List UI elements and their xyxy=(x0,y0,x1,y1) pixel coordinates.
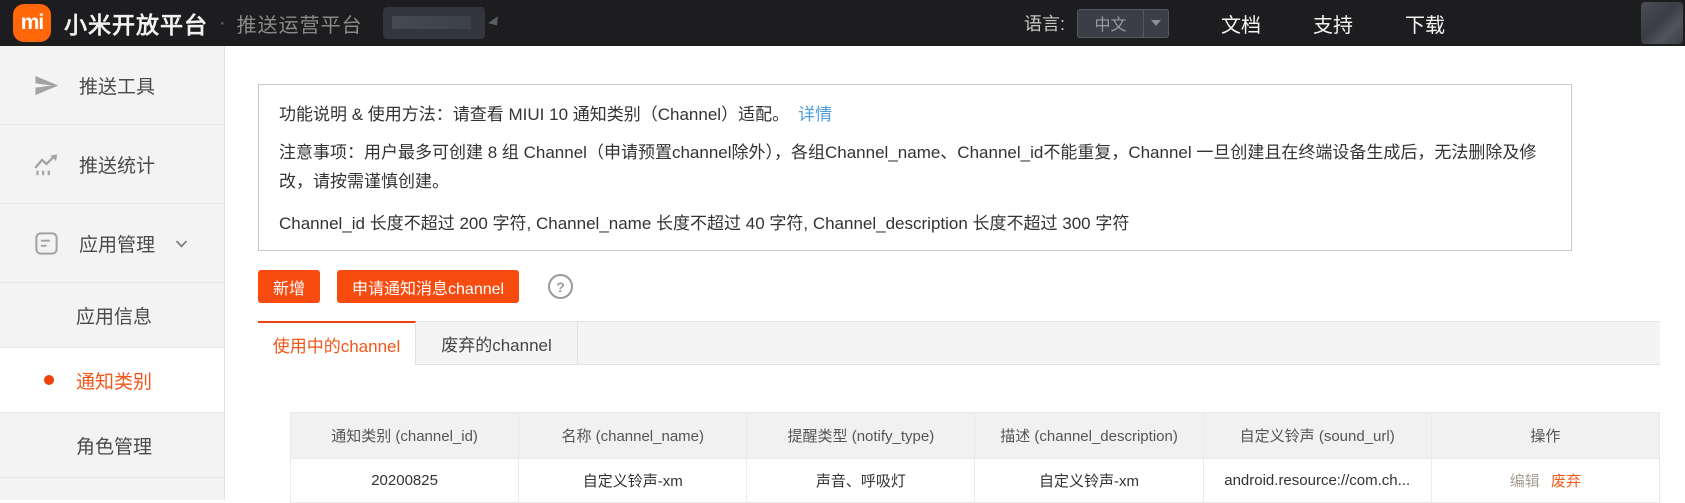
chevron-down-icon xyxy=(173,235,190,252)
platform-subtitle: 推送运营平台 xyxy=(236,14,363,37)
add-channel-button[interactable]: 新增 xyxy=(258,270,321,303)
sidebar-item-label: 推送工具 xyxy=(79,76,156,98)
col-operations: 操作 xyxy=(1430,412,1661,459)
cell-operations: 编辑 废弃 xyxy=(1430,458,1661,503)
notice-line-warning: 注意事项：用户最多可创建 8 组 Channel（申请预置channel除外），… xyxy=(279,143,1537,191)
cell-channel-description: 自定义铃声-xm xyxy=(974,458,1204,503)
user-avatar-blurred[interactable] xyxy=(1641,2,1683,44)
sidebar-item-push-tools[interactable]: 推送工具 xyxy=(0,46,224,125)
notice-line1-text: 功能说明 & 使用方法：请查看 MIUI 10 通知类别（Channel）适配。 xyxy=(279,105,790,124)
toolbar: 新增 申请通知消息channel ? xyxy=(258,270,1685,303)
channel-table: 通知类别 (channel_id) 名称 (channel_name) 提醒类型… xyxy=(289,412,1661,503)
nav-link-download[interactable]: 下载 xyxy=(1405,9,1445,38)
cell-channel-id: 20200825 xyxy=(289,458,520,503)
col-notify-type: 提醒类型 (notify_type) xyxy=(746,412,976,459)
sidebar-item-push-stats[interactable]: 推送统计 xyxy=(0,125,224,204)
top-bar: mi 小米开放平台 · 推送运营平台 语言: 中文 文档 支持 下载 xyxy=(0,0,1685,46)
paper-plane-icon xyxy=(33,72,60,99)
page-body: 推送工具 推送统计 应用管理 应用信息 通知类别 角色管理 功能说明 & 使用方… xyxy=(0,46,1685,503)
nav-link-support[interactable]: 支持 xyxy=(1313,9,1353,38)
cell-channel-name: 自定义铃声-xm xyxy=(518,458,748,503)
notice-line-usage: 功能说明 & 使用方法：请查看 MIUI 10 通知类别（Channel）适配。… xyxy=(279,100,1551,125)
tab-discarded-channels[interactable]: 废弃的channel xyxy=(416,321,578,365)
mi-logo-icon[interactable]: mi xyxy=(13,4,51,42)
brand-title: 小米开放平台 xyxy=(64,12,208,38)
active-dot-icon xyxy=(44,375,54,385)
language-label: 语言: xyxy=(1023,14,1065,34)
apps-icon xyxy=(33,230,60,257)
channel-tabs: 使用中的channel 废弃的channel xyxy=(258,321,1660,365)
language-select[interactable]: 中文 xyxy=(1077,8,1169,38)
sidebar-item-label: 应用管理 xyxy=(79,234,156,256)
table-row: 20200825 自定义铃声-xm 声音、呼吸灯 自定义铃声-xm androi… xyxy=(289,458,1661,503)
question-mark-icon[interactable]: ? xyxy=(548,274,574,299)
table-header-row: 通知类别 (channel_id) 名称 (channel_name) 提醒类型… xyxy=(289,412,1661,459)
language-caret-zone xyxy=(1143,9,1168,37)
edit-link[interactable]: 编辑 xyxy=(1510,473,1540,490)
col-channel-name: 名称 (channel_name) xyxy=(518,412,748,459)
tab-active-channels[interactable]: 使用中的channel xyxy=(258,321,416,365)
sidebar-item-label: 角色管理 xyxy=(76,436,153,458)
detail-link[interactable]: 详情 xyxy=(798,105,832,124)
col-channel-id: 通知类别 (channel_id) xyxy=(289,412,520,459)
col-sound-url: 自定义铃声 (sound_url) xyxy=(1202,412,1432,459)
brand-separator: · xyxy=(219,11,226,34)
nav-link-docs[interactable]: 文档 xyxy=(1221,9,1261,38)
app-selector-dropdown[interactable] xyxy=(382,7,502,39)
chart-icon xyxy=(33,151,60,178)
topbar-right-group: 语言: 中文 文档 支持 下载 xyxy=(1023,8,1445,38)
sidebar-item-notification-category[interactable]: 通知类别 xyxy=(0,348,224,413)
notice-box: 功能说明 & 使用方法：请查看 MIUI 10 通知类别（Channel）适配。… xyxy=(258,84,1572,251)
cell-sound-url: android.resource://com.ch... xyxy=(1202,458,1432,503)
main-content: 功能说明 & 使用方法：请查看 MIUI 10 通知类别（Channel）适配。… xyxy=(225,46,1685,503)
caret-down-icon xyxy=(1151,20,1161,26)
sidebar-item-app-info[interactable]: 应用信息 xyxy=(0,283,224,348)
sidebar: 推送工具 推送统计 应用管理 应用信息 通知类别 角色管理 xyxy=(0,46,225,500)
redacted-app-name xyxy=(391,16,471,29)
notice-line-limits: Channel_id 长度不超过 200 字符, Channel_name 长度… xyxy=(279,214,1130,233)
sidebar-item-role-management[interactable]: 角色管理 xyxy=(0,413,224,478)
tab-strip-filler xyxy=(578,321,1660,365)
caret-down-icon xyxy=(487,16,502,29)
sidebar-item-app-management[interactable]: 应用管理 xyxy=(0,204,224,283)
sidebar-item-label: 应用信息 xyxy=(76,306,153,328)
col-channel-description: 描述 (channel_description) xyxy=(974,412,1204,459)
apply-notification-channel-button[interactable]: 申请通知消息channel xyxy=(337,270,520,303)
language-value: 中文 xyxy=(1094,17,1127,34)
sidebar-item-label: 推送统计 xyxy=(79,155,156,177)
sidebar-item-label: 通知类别 xyxy=(76,371,153,393)
channel-table-container: 通知类别 (channel_id) 名称 (channel_name) 提醒类型… xyxy=(289,412,1661,503)
discard-link[interactable]: 废弃 xyxy=(1551,473,1581,490)
cell-notify-type: 声音、呼吸灯 xyxy=(746,458,976,503)
